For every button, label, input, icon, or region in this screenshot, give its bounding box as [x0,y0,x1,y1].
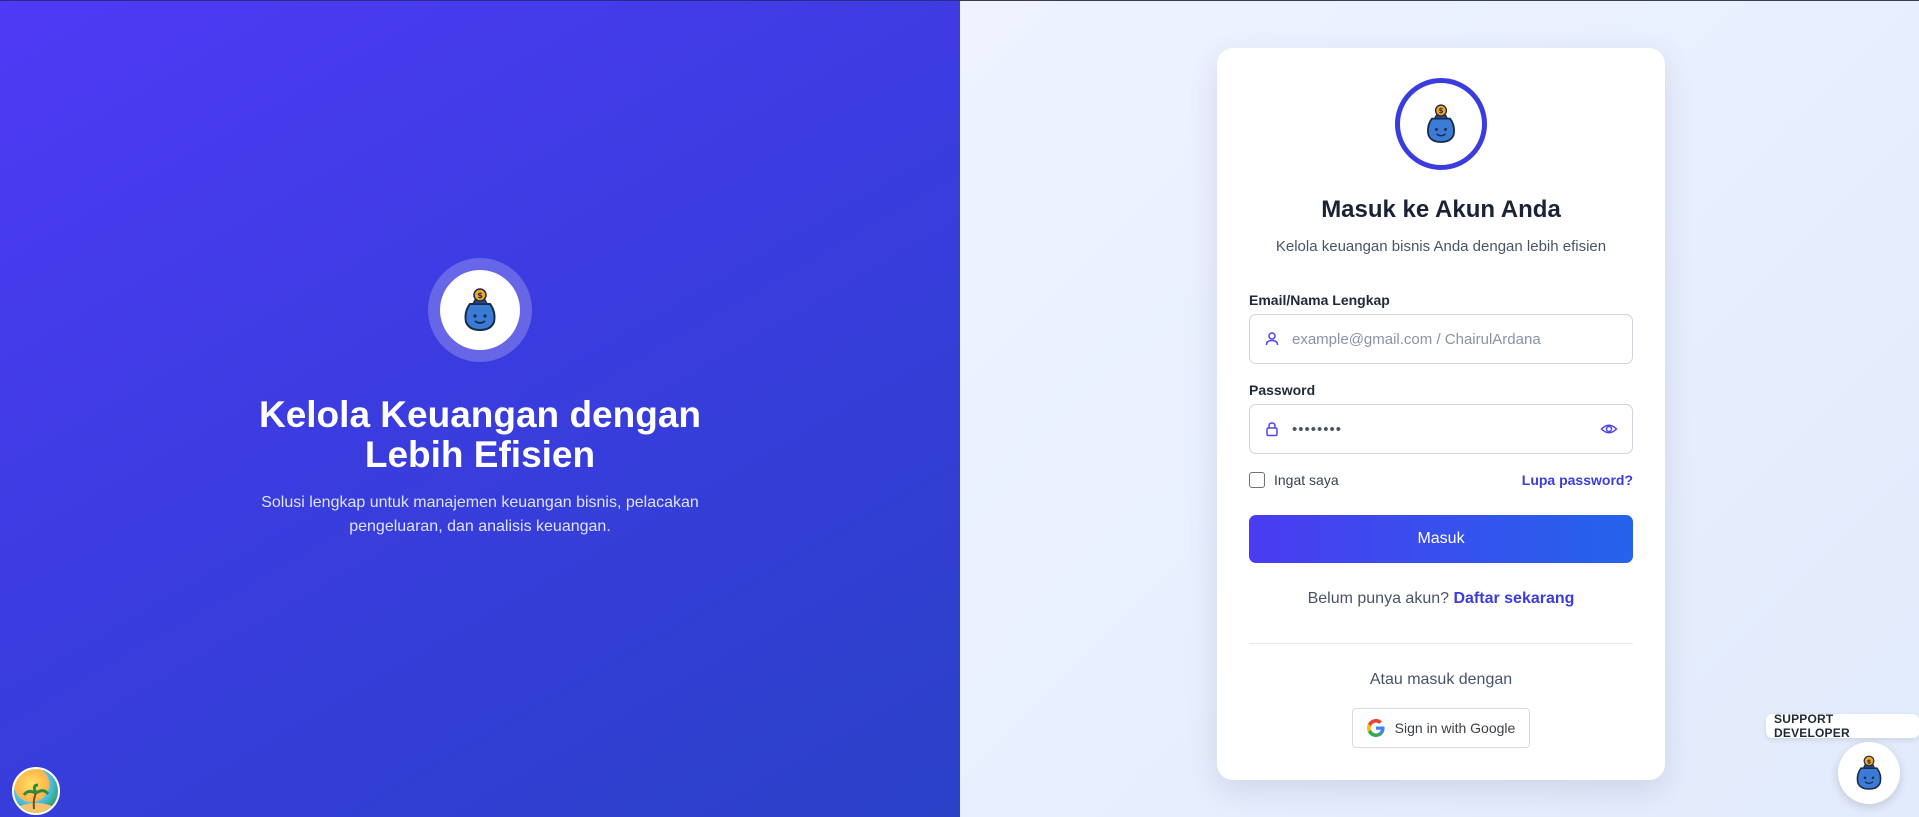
register-link[interactable]: Daftar sekarang [1453,590,1574,607]
divider [1249,643,1633,644]
svg-text:$: $ [1867,757,1872,765]
remember-label: Ingat saya [1274,472,1339,488]
alt-login-text: Atau masuk dengan [1369,671,1513,688]
email-field[interactable] [1249,314,1633,364]
hero-logo: $ [440,270,520,350]
support-developer-label[interactable]: SUPPORT DEVELOPER [1766,712,1919,740]
forgot-password-link[interactable]: Lupa password? [1522,472,1633,488]
hero-title: Kelola Keuangan dengan Lebih Efisien [258,394,701,475]
svg-text:$: $ [1438,106,1443,115]
support-developer-button[interactable]: $ [1838,742,1900,804]
password-field[interactable]: •••••••• [1249,404,1633,454]
palm-island-icon [16,783,56,813]
register-prompt: Belum punya akun? [1307,590,1450,607]
password-input[interactable]: •••••••• [1292,421,1600,438]
hero-logo-ring: $ [428,258,532,362]
google-icon [1366,719,1385,737]
login-button[interactable]: Masuk [1249,515,1633,563]
google-signin-label: Sign in with Google [1394,720,1516,736]
card-logo: $ [1395,78,1487,170]
login-subtitle: Kelola keuangan bisnis Anda dengan lebih… [1275,238,1607,255]
google-signin-button[interactable]: Sign in with Google [1352,708,1530,748]
svg-text:$: $ [477,291,483,300]
hero-panel: $ Kelola Keuangan dengan Lebih Efisien S… [0,0,960,817]
password-label: Password [1249,382,1316,398]
email-label: Email/Nama Lengkap [1249,292,1390,308]
remember-checkbox[interactable] [1249,472,1265,488]
money-bag-mascot-icon: $ [1856,755,1882,790]
login-title: Masuk ke Akun Anda [1321,196,1561,223]
email-input[interactable] [1292,330,1618,348]
login-card: $ Masuk ke Akun Anda Kelola keuangan bis… [1217,48,1665,780]
theme-toggle-icon[interactable] [12,767,60,815]
money-bag-mascot-icon: $ [464,288,496,332]
hero-subtitle: Solusi lengkap untuk manajemen keuangan … [261,494,699,535]
register-line: Belum punya akun? Daftar sekarang [1217,590,1665,608]
user-icon [1265,332,1279,346]
money-bag-mascot-icon: $ [1427,104,1455,143]
remember-me[interactable]: Ingat saya [1249,472,1339,488]
eye-icon[interactable] [1600,420,1618,438]
lock-icon [1266,422,1278,437]
